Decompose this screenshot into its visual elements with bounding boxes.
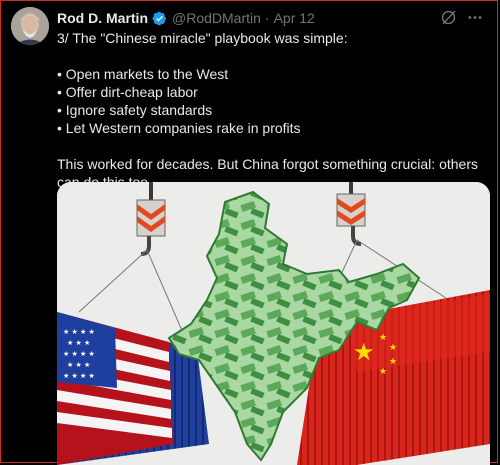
- bullet-item: • Open markets to the West: [57, 66, 229, 82]
- tweet-media-image[interactable]: ★ ★ ★ ★ ★ ★ ★ ★ ★ ★ ★ ★ ★ ★ ★ ★ ★ ★ ★ ★ ★ ★…: [57, 182, 490, 465]
- grok-icon[interactable]: [440, 9, 457, 26]
- tweet-text: 3/ The "Chinese miracle" playbook was si…: [57, 29, 487, 191]
- svg-text:★ ★ ★: ★ ★ ★: [67, 339, 90, 347]
- svg-text:★ ★ ★ ★: ★ ★ ★ ★: [63, 372, 95, 380]
- avatar[interactable]: [11, 7, 49, 45]
- svg-text:★ ★ ★: ★ ★ ★: [67, 361, 90, 369]
- svg-text:★: ★: [379, 333, 387, 343]
- bullet-item: • Offer dirt-cheap labor: [57, 84, 198, 100]
- svg-text:★ ★ ★ ★: ★ ★ ★ ★: [63, 350, 95, 358]
- author-handle[interactable]: @RodDMartin: [172, 10, 261, 26]
- verified-badge-icon: [152, 11, 166, 25]
- svg-text:★: ★: [389, 343, 397, 353]
- header-separator: ·: [264, 10, 270, 26]
- bullet-item: • Ignore safety standards: [57, 102, 213, 118]
- svg-text:★ ★ ★ ★: ★ ★ ★ ★: [63, 328, 95, 336]
- svg-text:★: ★: [379, 367, 387, 377]
- more-options-icon[interactable]: [466, 9, 484, 26]
- tweet-intro-line: 3/ The "Chinese miracle" playbook was si…: [57, 30, 348, 46]
- tweet-header: Rod D. Martin @RodDMartin · Apr 12: [57, 9, 315, 27]
- illustration-containers-map: ★ ★ ★ ★★ ★ ★★ ★ ★ ★ ★ ★ ★★ ★ ★ ★ ★ ★ ★ ★…: [57, 182, 490, 465]
- tweet-date[interactable]: Apr 12: [274, 10, 315, 26]
- svg-text:★: ★: [389, 357, 397, 367]
- avatar-photo: [11, 7, 49, 45]
- svg-text:★: ★: [353, 338, 375, 366]
- author-name[interactable]: Rod D. Martin: [57, 10, 148, 26]
- bullet-item: • Let Western companies rake in profits: [57, 120, 301, 136]
